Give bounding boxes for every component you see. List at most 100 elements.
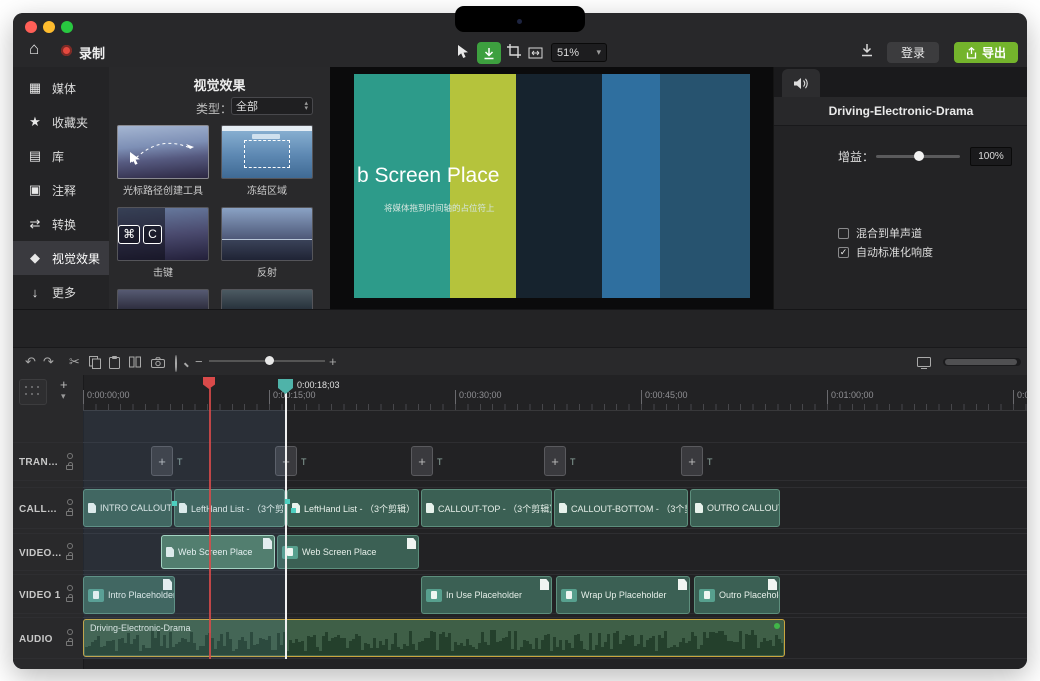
callout-clip[interactable]: LeftHand List - （3个剪辑） xyxy=(174,489,285,527)
effect-card-keystrokes[interactable]: ⌘C 击键 xyxy=(117,207,209,279)
clip-label: Intro Placeholder xyxy=(108,590,175,600)
callout-clip[interactable]: OUTRO CALLOUT xyxy=(690,489,780,527)
auto-normalize-checkbox[interactable]: ✓ xyxy=(838,247,849,258)
track-toggles[interactable] xyxy=(66,585,73,602)
lock-icon[interactable] xyxy=(66,555,73,560)
fit-tool-icon[interactable] xyxy=(528,46,543,64)
sidebar-item-visual-effects[interactable]: ◆视觉效果 xyxy=(13,241,109,275)
placeholder-badge-icon xyxy=(163,579,172,590)
sidebar-item-annotations[interactable]: ▣注释 xyxy=(13,173,109,207)
paste-button[interactable] xyxy=(109,356,120,371)
cursor-tool-icon[interactable] xyxy=(457,44,470,65)
type-filter-dropdown[interactable]: 全部 ▴▾ xyxy=(231,97,313,115)
time-ruler[interactable]: 0:00:00;00 0:00:15;00 0:00:30;00 0:00:45… xyxy=(83,381,1027,411)
crop-tool-icon[interactable] xyxy=(507,44,521,63)
lock-icon[interactable] xyxy=(66,465,73,470)
auto-normalize-row[interactable]: ✓ 自动标准化响度 xyxy=(838,244,933,260)
undo-button[interactable]: ↶ xyxy=(25,355,36,368)
video1-clip[interactable]: Intro Placeholder xyxy=(83,576,175,614)
track-toggles[interactable] xyxy=(66,629,73,646)
mix-mono-checkbox[interactable] xyxy=(838,228,849,239)
collapse-tracks-button[interactable]: ▾ xyxy=(61,391,66,402)
sidebar-item-transitions[interactable]: ⇄转换 xyxy=(13,207,109,241)
callout-clip[interactable]: CALLOUT-BOTTOM - （3个剪辑） xyxy=(554,489,688,527)
effect-card-cursor-path[interactable]: 光标路径创建工具 xyxy=(117,125,209,197)
audio-clip[interactable]: Driving-Electronic-Drama xyxy=(83,619,785,657)
link-icon[interactable] xyxy=(67,585,73,591)
timeline-hscrollbar-thumb[interactable] xyxy=(945,359,1017,365)
sidebar-item-more[interactable]: ↓更多 xyxy=(13,275,109,309)
audio-tab[interactable] xyxy=(782,69,820,97)
star-icon: ★ xyxy=(27,114,43,130)
effect-card-cropped-1[interactable] xyxy=(117,289,209,309)
transition-clip[interactable]: + xyxy=(151,446,173,476)
keyframe-marker[interactable] xyxy=(285,499,290,504)
link-icon[interactable] xyxy=(67,499,73,505)
track-name: VIDEO… xyxy=(19,548,62,559)
detach-timeline-icon[interactable] xyxy=(917,357,931,371)
gain-slider-handle[interactable] xyxy=(914,151,924,161)
callout-clip[interactable]: LeftHand List - （3个剪辑） xyxy=(287,489,419,527)
keyframe-marker[interactable] xyxy=(291,508,296,513)
transition-clip[interactable]: + xyxy=(544,446,566,476)
login-button[interactable]: 登录 xyxy=(887,42,939,63)
redo-button[interactable]: ↷ xyxy=(43,355,54,368)
effect-card-freeze-region[interactable]: 冻结区域 xyxy=(221,125,313,197)
keyframe-marker[interactable] xyxy=(172,501,177,506)
timeline-hscrollbar[interactable] xyxy=(943,358,1021,366)
export-button[interactable]: 导出 xyxy=(954,42,1018,63)
minimize-button[interactable] xyxy=(43,21,55,33)
audio-point-marker[interactable] xyxy=(774,623,780,629)
video1-clip[interactable]: Outro Placeholder xyxy=(694,576,780,614)
lock-icon[interactable] xyxy=(66,597,73,602)
lock-icon[interactable] xyxy=(66,641,73,646)
video-clip[interactable]: Web Screen Place xyxy=(161,535,275,569)
split-button[interactable] xyxy=(129,356,141,370)
track-toggles[interactable] xyxy=(66,453,73,470)
clip-label: CALLOUT-TOP - （3个剪辑） xyxy=(438,502,552,515)
home-icon[interactable]: ⌂ xyxy=(29,39,39,59)
magnifier-icon[interactable] xyxy=(175,357,177,370)
placeholder-badge-icon xyxy=(768,579,777,590)
zoom-level-dropdown[interactable]: 51% ▾ xyxy=(551,43,607,62)
sidebar-item-favorites[interactable]: ★收藏夹 xyxy=(13,105,109,139)
add-track-button[interactable]: + xyxy=(60,377,68,392)
link-icon[interactable] xyxy=(67,543,73,549)
zoom-out-button[interactable]: − xyxy=(195,355,203,368)
close-button[interactable] xyxy=(25,21,37,33)
transition-clip[interactable]: + xyxy=(411,446,433,476)
track-toggles[interactable] xyxy=(66,543,73,560)
video1-clip[interactable]: In Use Placeholder xyxy=(421,576,552,614)
link-icon[interactable] xyxy=(67,453,73,459)
copy-button[interactable] xyxy=(89,356,101,371)
active-edit-tool-button[interactable] xyxy=(477,42,501,64)
track-name: AUDIO xyxy=(19,634,53,645)
cut-button[interactable]: ✂ xyxy=(69,355,80,368)
callout-clip[interactable]: INTRO CALLOUT xyxy=(83,489,172,527)
link-icon[interactable] xyxy=(67,629,73,635)
fullscreen-button[interactable] xyxy=(61,21,73,33)
transition-clip[interactable]: + xyxy=(681,446,703,476)
chevron-down-icon: ▾ xyxy=(596,47,601,58)
track-toggles[interactable] xyxy=(66,499,73,516)
lock-icon[interactable] xyxy=(66,511,73,516)
transition-clip-label: T xyxy=(177,457,183,467)
callout-clip[interactable]: CALLOUT-TOP - （3个剪辑） xyxy=(421,489,552,527)
clip-label: LeftHand List - （3个剪辑） xyxy=(191,502,285,515)
video-clip[interactable]: Web Screen Place xyxy=(277,535,419,569)
video-frame[interactable]: b Screen Place 将媒体拖到时间轴的占位符上 xyxy=(354,74,751,298)
camera-button[interactable] xyxy=(151,357,165,370)
record-button[interactable]: 录制 xyxy=(79,43,105,62)
video1-clip[interactable]: Wrap Up Placeholder xyxy=(556,576,690,614)
sidebar-item-library[interactable]: ▤库 xyxy=(13,139,109,173)
download-icon[interactable] xyxy=(860,43,874,62)
timeline-zoom-handle[interactable] xyxy=(265,356,274,365)
sidebar-item-label: 库 xyxy=(52,148,64,165)
effect-card-cropped-2[interactable] xyxy=(221,289,313,309)
sidebar-item-media[interactable]: ▦媒体 xyxy=(13,71,109,105)
check-icon: ✓ xyxy=(840,247,848,258)
effect-card-reflection[interactable]: 反射 xyxy=(221,207,313,279)
mix-mono-row[interactable]: 混合到单声道 xyxy=(838,225,922,241)
track-options-button[interactable] xyxy=(19,379,47,405)
zoom-in-button[interactable]: + xyxy=(329,355,337,368)
